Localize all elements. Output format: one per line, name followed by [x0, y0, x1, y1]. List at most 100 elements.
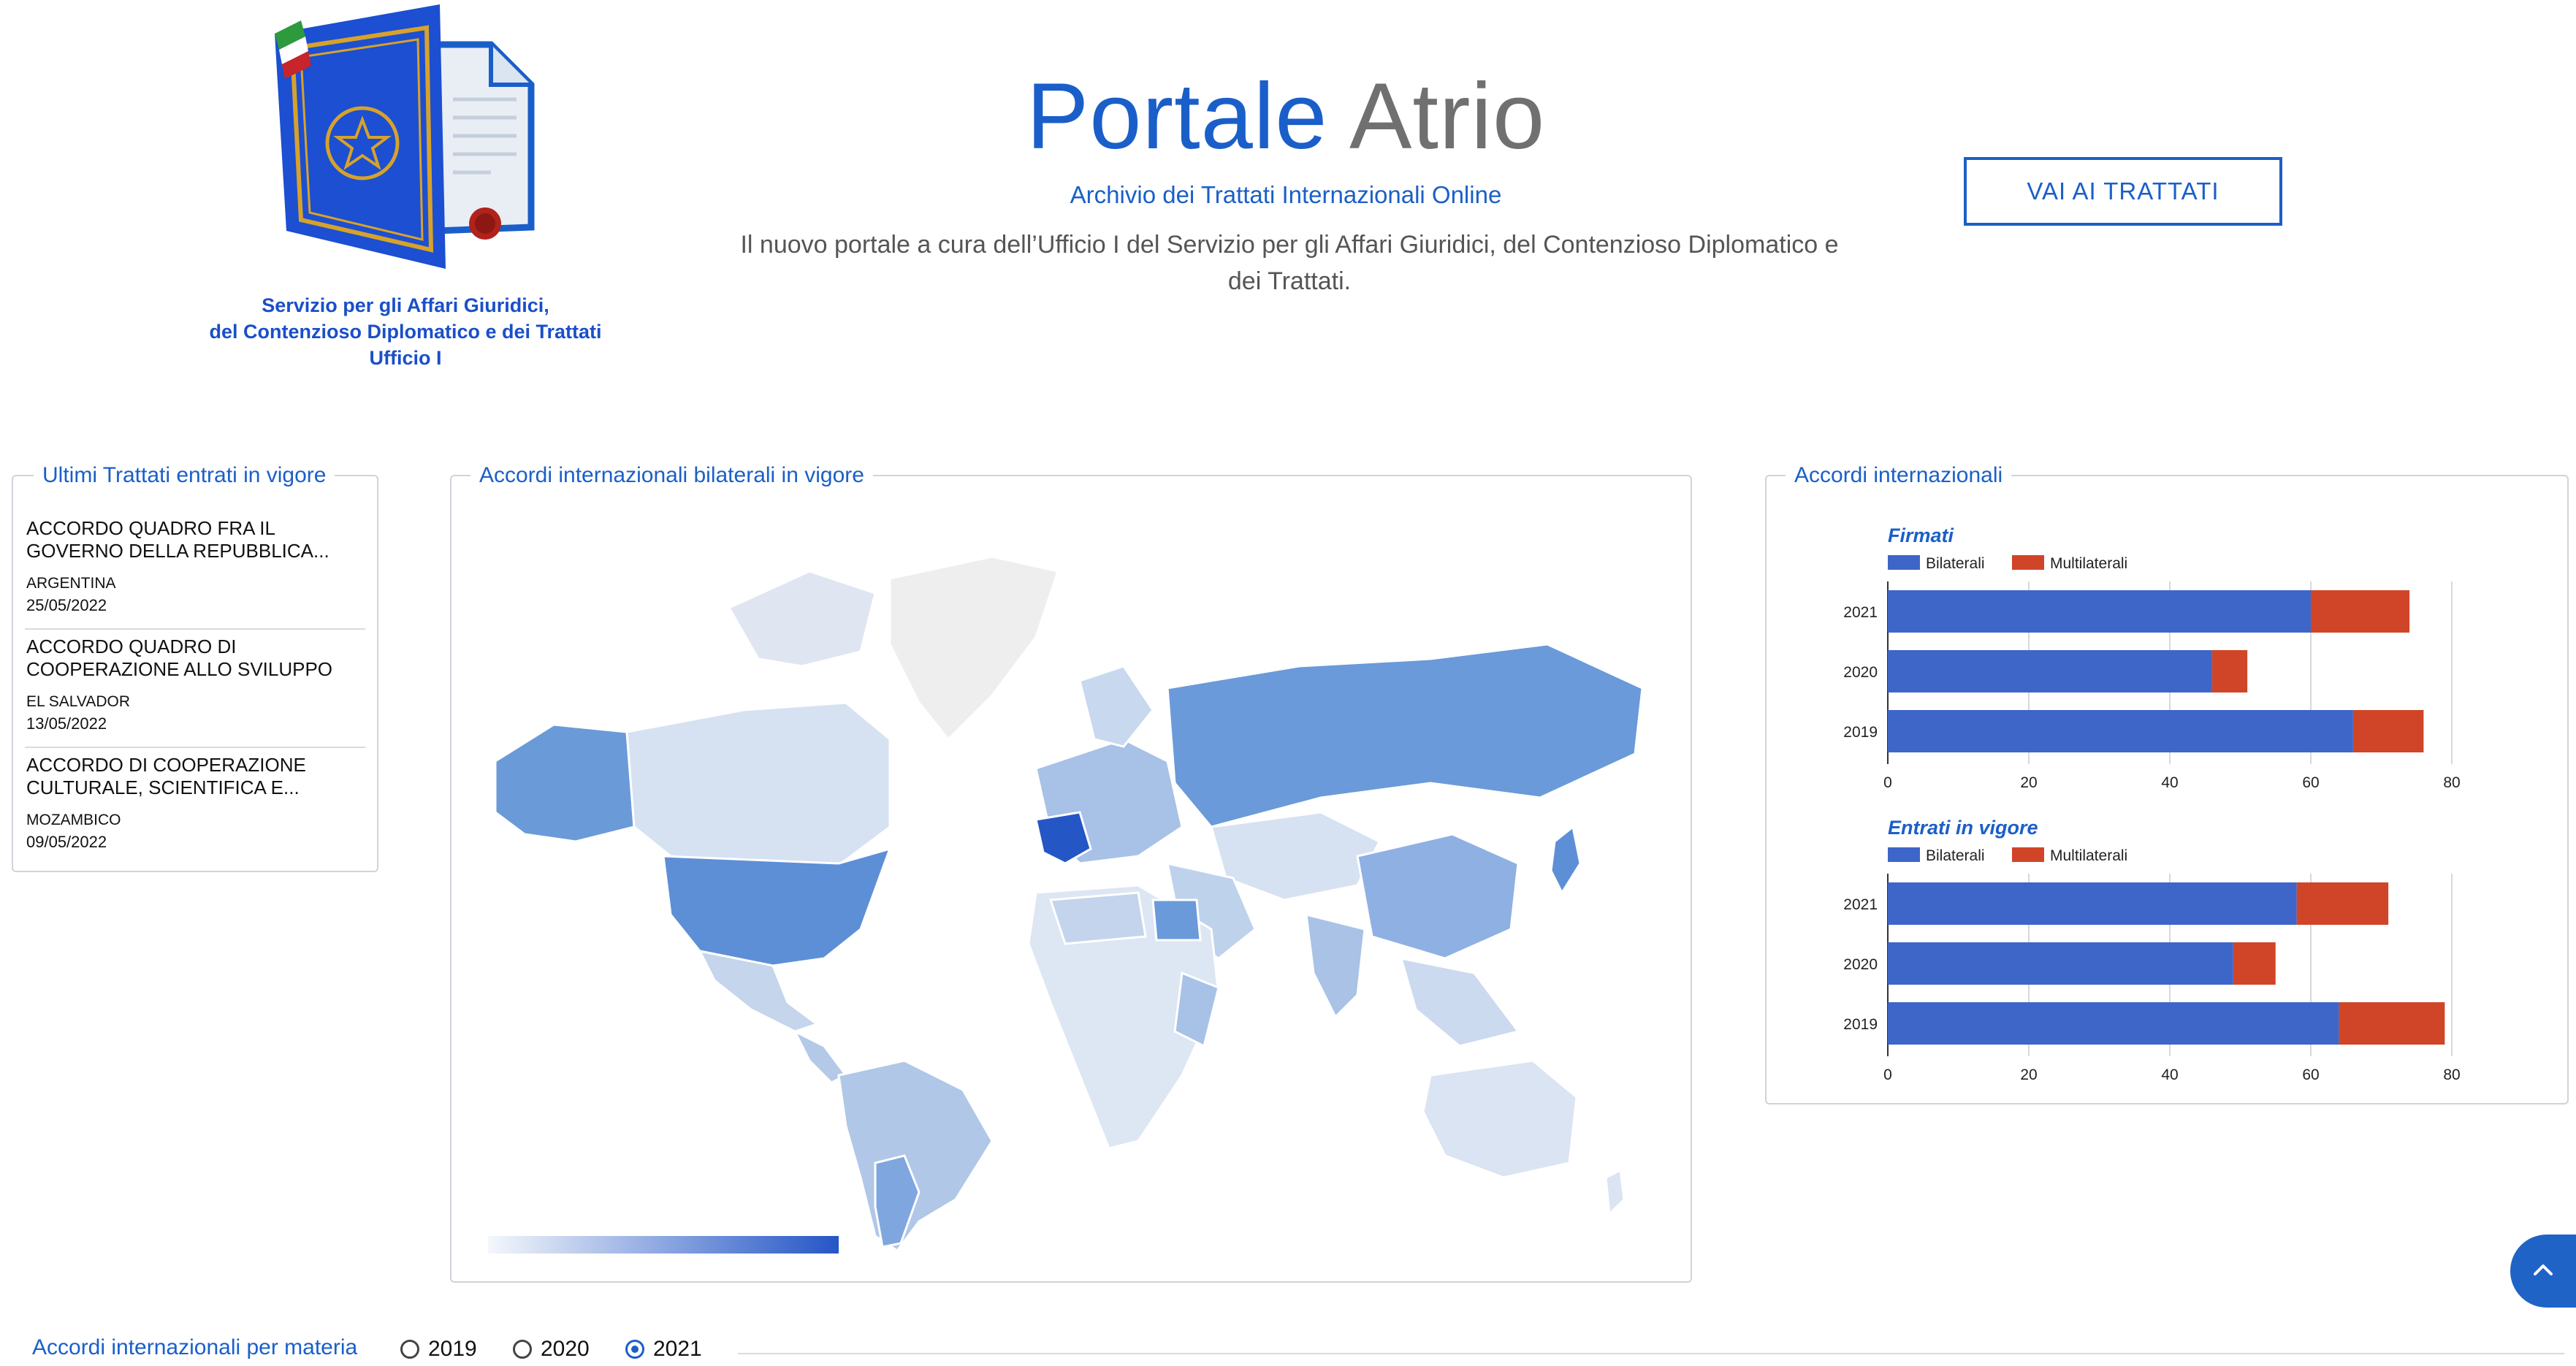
region-egypt	[1151, 898, 1202, 942]
x-tick-label: 80	[2443, 1067, 2460, 1083]
region-australia	[1422, 1059, 1578, 1179]
legend-swatch	[2012, 555, 2044, 570]
region-mexico	[698, 949, 820, 1033]
region-new-zealand	[1604, 1168, 1626, 1217]
treaty-item[interactable]: ACCORDO QUADRO DI COOPERAZIONE ALLO SVIL…	[26, 636, 362, 735]
page-description: Il nuovo portale a cura dell’Ufficio I d…	[740, 231, 1839, 295]
x-tick-label: 40	[2161, 1067, 2178, 1083]
x-tick-label: 80	[2443, 774, 2460, 791]
treaty-country: MOZAMBICO	[26, 812, 121, 828]
region-usa	[662, 847, 892, 967]
region-south-america	[837, 1059, 994, 1253]
bar-bilaterali	[1888, 942, 2233, 985]
legend-swatch	[1888, 847, 1920, 862]
back-to-top-button[interactable]	[2510, 1235, 2576, 1308]
radio-label: 2019	[428, 1337, 477, 1361]
treaty-date: 09/05/2022	[26, 833, 107, 851]
logo-caption-line: Servizio per gli Affari Giuridici,	[262, 294, 549, 316]
treaty-title[interactable]: ACCORDO DI COOPERAZIONE CULTURALE, SCIEN…	[26, 754, 362, 799]
treaty-country: ARGENTINA	[26, 575, 116, 592]
divider	[25, 747, 365, 748]
map-panel-title: Accordi internazionali bilaterali in vig…	[470, 463, 873, 488]
logo-caption: Servizio per gli Affari Giuridici, del C…	[175, 292, 636, 371]
year-radio-2019[interactable]: 2019	[400, 1337, 477, 1362]
bar-multilaterali	[2233, 942, 2276, 985]
region-china	[1356, 833, 1520, 960]
radio-button[interactable]	[625, 1340, 644, 1359]
bar-bilaterali	[1888, 650, 2212, 692]
x-tick-label: 40	[2161, 774, 2178, 791]
region-se-asia	[1399, 957, 1520, 1048]
y-tick-label: 2019	[1843, 1016, 1878, 1033]
region-arctic-canada	[727, 570, 877, 668]
chart-title: Entrati in vigore	[1888, 817, 2038, 839]
region-scandinavia	[1078, 665, 1154, 748]
radio-button[interactable]	[400, 1340, 419, 1359]
divider	[738, 1353, 2564, 1354]
x-tick-label: 20	[2020, 1067, 2037, 1083]
treaty-date: 13/05/2022	[26, 714, 107, 733]
page-subtitle: Archivio dei Trattati Internazionali Onl…	[1070, 181, 1502, 208]
treaty-title[interactable]: ACCORDO QUADRO FRA IL GOVERNO DELLA REPU…	[26, 517, 362, 562]
region-canada	[625, 701, 891, 872]
y-tick-label: 2020	[1843, 664, 1878, 681]
x-tick-label: 0	[1883, 774, 1892, 791]
logo-caption-line: del Contenzioso Diplomatico e dei Tratta…	[209, 321, 602, 343]
chevron-up-icon	[2534, 1264, 2553, 1275]
stacked-bar-charts: Firmati Bilaterali Multilaterali 0 20 40 60 80 2…	[1843, 524, 2460, 1083]
treaty-title[interactable]: ACCORDO QUADRO DI COOPERAZIONE ALLO SVIL…	[26, 636, 362, 681]
legend-label: Bilaterali	[1926, 555, 1985, 572]
y-tick-label: 2019	[1843, 724, 1878, 741]
region-greenland	[888, 555, 1059, 741]
bar-bilaterali	[1888, 590, 2311, 633]
bar-multilaterali	[2211, 650, 2248, 692]
bar-bilaterali	[1888, 1002, 2339, 1045]
legend-swatch	[1888, 555, 1920, 570]
bilateral-map-panel: Accordi internazionali bilaterali in vig…	[450, 463, 1692, 1283]
radio-label: 2021	[653, 1337, 702, 1361]
chart-title: Firmati	[1888, 524, 1954, 546]
radio-label: 2020	[541, 1337, 590, 1361]
legend-label: Multilaterali	[2050, 847, 2127, 864]
region-north-africa	[1048, 891, 1147, 945]
region-japan	[1550, 825, 1582, 896]
subject-section-title: Accordi internazionali per materia	[32, 1335, 358, 1359]
agreements-charts-panel: Accordi internazionali Firmati Bilaterali…	[1765, 463, 2569, 1104]
treaty-item[interactable]: ACCORDO QUADRO FRA IL GOVERNO DELLA REPU…	[26, 517, 362, 617]
bar-bilaterali	[1888, 882, 2297, 925]
region-russia	[1166, 643, 1644, 828]
x-tick-label: 20	[2020, 774, 2037, 791]
legend-label: Bilaterali	[1926, 847, 1985, 864]
vai-ai-trattati-button[interactable]: VAI AI TRATTATI	[1964, 157, 2282, 226]
treaty-date: 25/05/2022	[26, 596, 107, 614]
x-tick-label: 60	[2302, 774, 2319, 791]
region-alaska	[494, 723, 636, 843]
latest-treaties-title: Ultimi Trattati entrati in vigore	[34, 463, 335, 488]
logo-caption-line: Ufficio I	[369, 347, 442, 369]
page-title: Portale Atrio	[804, 66, 1768, 168]
y-tick-label: 2020	[1843, 956, 1878, 973]
treaty-country: EL SALVADOR	[26, 693, 130, 710]
bar-bilaterali	[1888, 710, 2353, 752]
map-color-scale	[488, 1236, 839, 1254]
latest-treaties-panel: Ultimi Trattati entrati in vigore ACCORD…	[12, 463, 378, 872]
ministry-logo	[272, 4, 549, 275]
bar-multilaterali	[2352, 710, 2424, 752]
x-tick-label: 60	[2302, 1067, 2319, 1083]
divider	[25, 628, 365, 630]
legend-swatch	[2012, 847, 2044, 862]
y-tick-label: 2021	[1843, 896, 1878, 913]
document-emblem-icon	[275, 4, 535, 269]
year-radio-2021[interactable]: 2021	[625, 1337, 702, 1362]
title-part-2: Atrio	[1349, 64, 1546, 169]
bar-multilaterali	[2311, 590, 2410, 633]
region-india	[1305, 913, 1366, 1019]
region-east-africa	[1173, 971, 1220, 1048]
x-tick-label: 0	[1883, 1067, 1892, 1083]
year-radio-2020[interactable]: 2020	[513, 1337, 590, 1362]
treaty-item[interactable]: ACCORDO DI COOPERAZIONE CULTURALE, SCIEN…	[26, 754, 362, 853]
world-map[interactable]	[481, 520, 1664, 1258]
legend-label: Multilaterali	[2050, 555, 2127, 572]
radio-button[interactable]	[513, 1340, 532, 1359]
y-tick-label: 2021	[1843, 604, 1878, 621]
